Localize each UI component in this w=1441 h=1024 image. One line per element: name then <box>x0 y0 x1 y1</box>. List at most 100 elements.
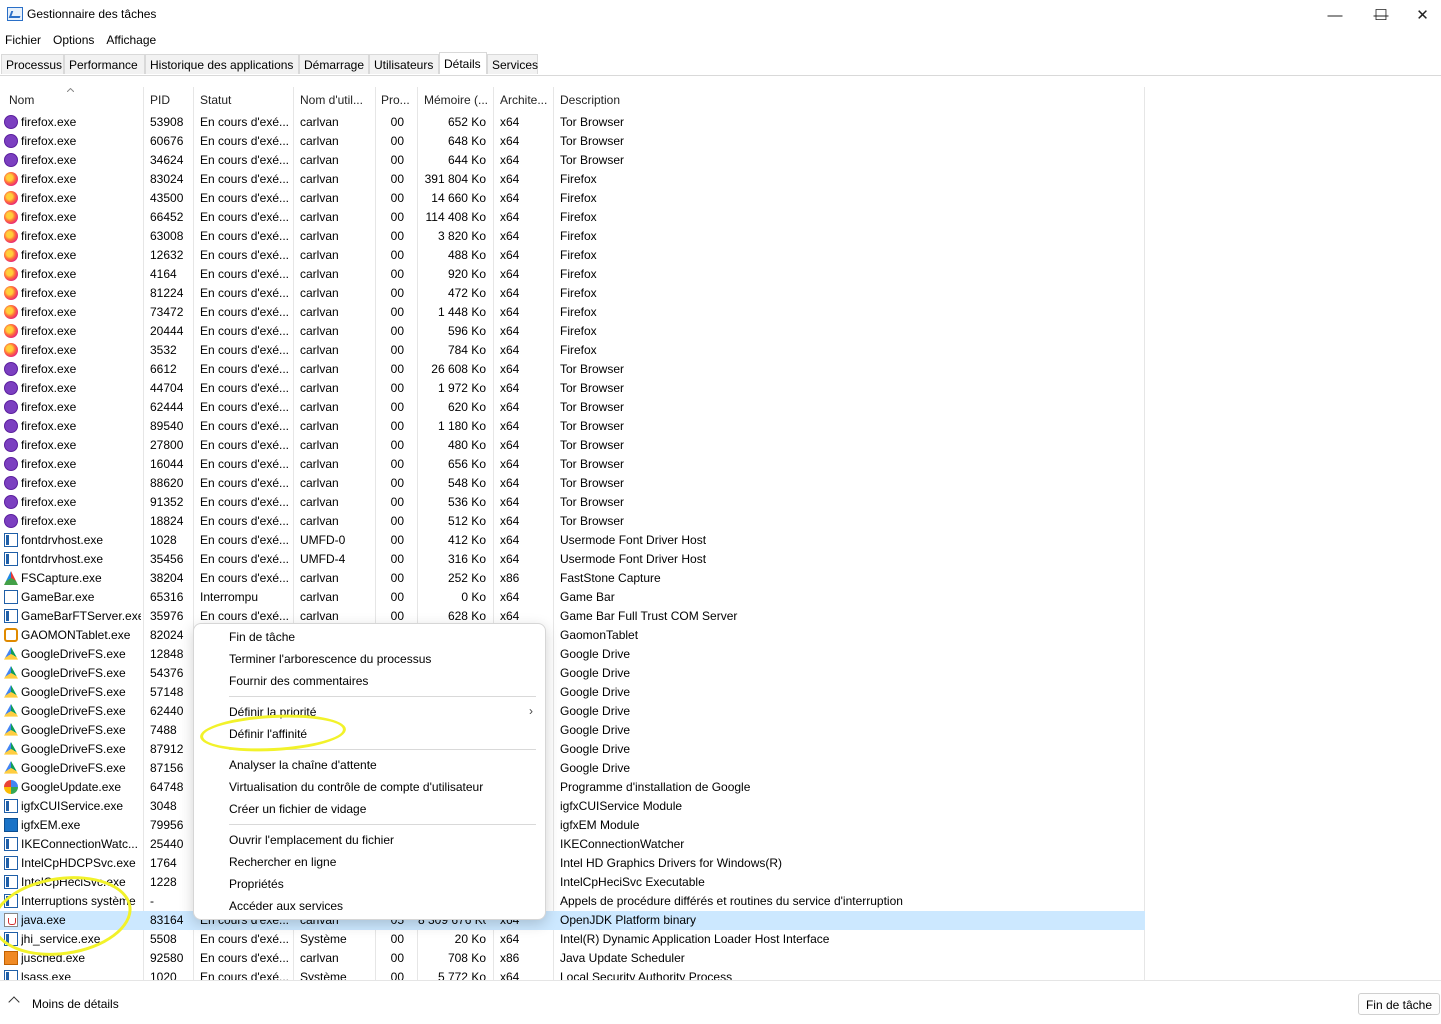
table-row[interactable]: GoogleDriveFS.exe 12848 Google Drive <box>0 645 1145 664</box>
table-row[interactable]: java.exe 83164 En cours d'exé... carlvan 05 8… <box>0 911 1145 930</box>
chevron-up-icon[interactable] <box>8 996 20 1008</box>
tab-performance[interactable]: Performance <box>64 54 145 74</box>
column-header-name[interactable]: Nom <box>9 93 139 107</box>
table-row[interactable]: firefox.exe 4164 En cours d'exé... carlvan 0… <box>0 265 1145 284</box>
table-row[interactable]: GoogleDriveFS.exe 7488 Google Drive <box>0 721 1145 740</box>
table-row[interactable]: GoogleDriveFS.exe 87912 Google Drive <box>0 740 1145 759</box>
table-row[interactable]: firefox.exe 66452 En cours d'exé... carlvan… <box>0 208 1145 227</box>
column-header-memory[interactable]: Mémoire (... <box>424 93 490 107</box>
tab-details[interactable]: Détails <box>439 52 487 74</box>
table-row[interactable]: firefox.exe 12632 En cours d'exé... carlvan… <box>0 246 1145 265</box>
process-pid: 92580 <box>150 951 184 965</box>
table-row[interactable]: igfxCUIService.exe 3048 igfxCUIService Mod… <box>0 797 1145 816</box>
menu-item-search-online[interactable]: Rechercher en ligne <box>229 855 336 869</box>
table-row[interactable]: firefox.exe 89540 En cours d'exé... carlvan… <box>0 417 1145 436</box>
minimize-button[interactable]: — <box>1312 0 1358 30</box>
table-row[interactable]: GoogleDriveFS.exe 54376 Google Drive <box>0 664 1145 683</box>
column-header-description[interactable]: Description <box>560 93 760 107</box>
tab-services[interactable]: Services <box>487 54 538 74</box>
table-row[interactable]: lsass.exe 1020 En cours d'exé... Système 00 5… <box>0 968 1145 980</box>
table-row[interactable]: firefox.exe 20444 En cours d'exé... carlvan… <box>0 322 1145 341</box>
menu-affichage[interactable]: Affichage <box>101 30 161 50</box>
table-row[interactable]: firefox.exe 91352 En cours d'exé... carlvan… <box>0 493 1145 512</box>
table-row[interactable]: GoogleDriveFS.exe 57148 Google Drive <box>0 683 1145 702</box>
column-header-cpu[interactable]: Pro... <box>381 93 415 107</box>
column-header-status[interactable]: Statut <box>200 93 290 107</box>
table-row[interactable]: firefox.exe 60676 En cours d'exé... carlvan… <box>0 132 1145 151</box>
table-row[interactable]: GameBar.exe 65316 Interrompu carlvan 00 0 Ko x… <box>0 588 1145 607</box>
table-row[interactable]: firefox.exe 34624 En cours d'exé... carlvan… <box>0 151 1145 170</box>
table-row[interactable]: firefox.exe 83024 En cours d'exé... carlvan… <box>0 170 1145 189</box>
process-pid: 65316 <box>150 590 184 604</box>
process-architecture: x64 <box>500 932 520 946</box>
tab-utilisateurs[interactable]: Utilisateurs <box>369 54 439 74</box>
process-pid: 16044 <box>150 457 184 471</box>
table-row[interactable]: FSCapture.exe 38204 En cours d'exé... carlv… <box>0 569 1145 588</box>
table-row[interactable]: firefox.exe 6612 En cours d'exé... carlvan 0… <box>0 360 1145 379</box>
process-cpu: 00 <box>390 970 404 980</box>
menu-options[interactable]: Options <box>48 30 99 50</box>
menu-item-analyze-wait-chain[interactable]: Analyser la chaîne d'attente <box>229 758 377 772</box>
menu-item-open-file-location[interactable]: Ouvrir l'emplacement du fichier <box>229 833 394 847</box>
menu-item-properties[interactable]: Propriétés <box>229 877 284 891</box>
table-row[interactable]: firefox.exe 88620 En cours d'exé... carlvan… <box>0 474 1145 493</box>
table-row[interactable]: firefox.exe 63008 En cours d'exé... carlvan… <box>0 227 1145 246</box>
menu-item-feedback[interactable]: Fournir des commentaires <box>229 674 368 688</box>
process-description: Google Drive <box>560 723 631 737</box>
menu-fichier[interactable]: Fichier <box>0 30 46 50</box>
process-architecture: x64 <box>500 457 520 471</box>
end-task-button[interactable]: Fin de tâche <box>1358 993 1440 1015</box>
table-row[interactable]: Interruptions système - Appels de procédur… <box>0 892 1145 911</box>
table-row[interactable]: firefox.exe 73472 En cours d'exé... carlvan… <box>0 303 1145 322</box>
menu-item-uac-virtualization[interactable]: Virtualisation du contrôle de compte d'u… <box>229 780 483 794</box>
process-user: carlvan <box>300 419 339 433</box>
process-user: carlvan <box>300 115 339 129</box>
menu-item-go-to-services[interactable]: Accéder aux services <box>229 899 343 913</box>
menu-item-end-tree[interactable]: Terminer l'arborescence du processus <box>229 652 431 666</box>
table-row[interactable]: GameBarFTServer.exe 35976 En cours d'exé..… <box>0 607 1145 626</box>
process-status: En cours d'exé... <box>200 476 290 490</box>
process-pid: 7488 <box>150 723 177 737</box>
table-row[interactable]: IntelCpHeciSvc.exe 1228 IntelCpHeciSvc Exe… <box>0 873 1145 892</box>
process-description: Tor Browser <box>560 115 625 129</box>
table-row[interactable]: IntelCpHDCPSvc.exe 1764 Intel HD Graphics … <box>0 854 1145 873</box>
tab-processus[interactable]: Processus <box>1 54 64 74</box>
process-pid: 62440 <box>150 704 184 718</box>
table-row[interactable]: jhi_service.exe 5508 En cours d'exé... Syst… <box>0 930 1145 949</box>
process-name: igfxEM.exe <box>21 818 81 832</box>
table-row[interactable]: firefox.exe 62444 En cours d'exé... carlvan… <box>0 398 1145 417</box>
table-row[interactable]: GoogleDriveFS.exe 62440 Google Drive <box>0 702 1145 721</box>
table-row[interactable]: firefox.exe 44704 En cours d'exé... carlvan… <box>0 379 1145 398</box>
process-cpu: 00 <box>390 495 404 509</box>
table-row[interactable]: firefox.exe 18824 En cours d'exé... carlvan… <box>0 512 1145 531</box>
table-row[interactable]: fontdrvhost.exe 35456 En cours d'exé... UMF… <box>0 550 1145 569</box>
table-row[interactable]: GoogleUpdate.exe 64748 Programme d'install… <box>0 778 1145 797</box>
table-row[interactable]: firefox.exe 43500 En cours d'exé... carlvan… <box>0 189 1145 208</box>
table-row[interactable]: IKEConnectionWatc... 25440 IKEConnectionWa… <box>0 835 1145 854</box>
table-row[interactable]: GAOMONTablet.exe 82024 GaomonTablet <box>0 626 1145 645</box>
maximize-button[interactable]: ☐ <box>1358 0 1404 30</box>
jusched-icon <box>4 951 18 965</box>
table-row[interactable]: firefox.exe 81224 En cours d'exé... carlvan… <box>0 284 1145 303</box>
menu-item-create-dump[interactable]: Créer un fichier de vidage <box>229 802 366 816</box>
window-app-icon <box>4 799 18 813</box>
table-row[interactable]: GoogleDriveFS.exe 87156 Google Drive <box>0 759 1145 778</box>
close-button[interactable]: ✕ <box>1404 0 1441 30</box>
process-description: FastStone Capture <box>560 571 661 585</box>
less-details-link[interactable]: Moins de détails <box>32 997 119 1011</box>
column-header-pid[interactable]: PID <box>150 93 190 107</box>
column-header-user[interactable]: Nom d'util... <box>300 93 372 107</box>
menu-item-end-task[interactable]: Fin de tâche <box>229 630 295 644</box>
table-row[interactable]: jusched.exe 92580 En cours d'exé... carlvan… <box>0 949 1145 968</box>
table-row[interactable]: firefox.exe 53908 En cours d'exé... carlvan… <box>0 113 1145 132</box>
table-row[interactable]: fontdrvhost.exe 1028 En cours d'exé... UMFD… <box>0 531 1145 550</box>
tab-historique[interactable]: Historique des applications <box>145 54 299 74</box>
tab-demarrage[interactable]: Démarrage <box>299 54 369 74</box>
process-status: En cours d'exé... <box>200 533 290 547</box>
table-row[interactable]: firefox.exe 16044 En cours d'exé... carlvan… <box>0 455 1145 474</box>
column-header-architecture[interactable]: Archite... <box>500 93 552 107</box>
table-row[interactable]: igfxEM.exe 79956 igfxEM Module <box>0 816 1145 835</box>
table-row[interactable]: firefox.exe 3532 En cours d'exé... carlvan 0… <box>0 341 1145 360</box>
table-row[interactable]: firefox.exe 27800 En cours d'exé... carlvan… <box>0 436 1145 455</box>
process-pid: 18824 <box>150 514 184 528</box>
